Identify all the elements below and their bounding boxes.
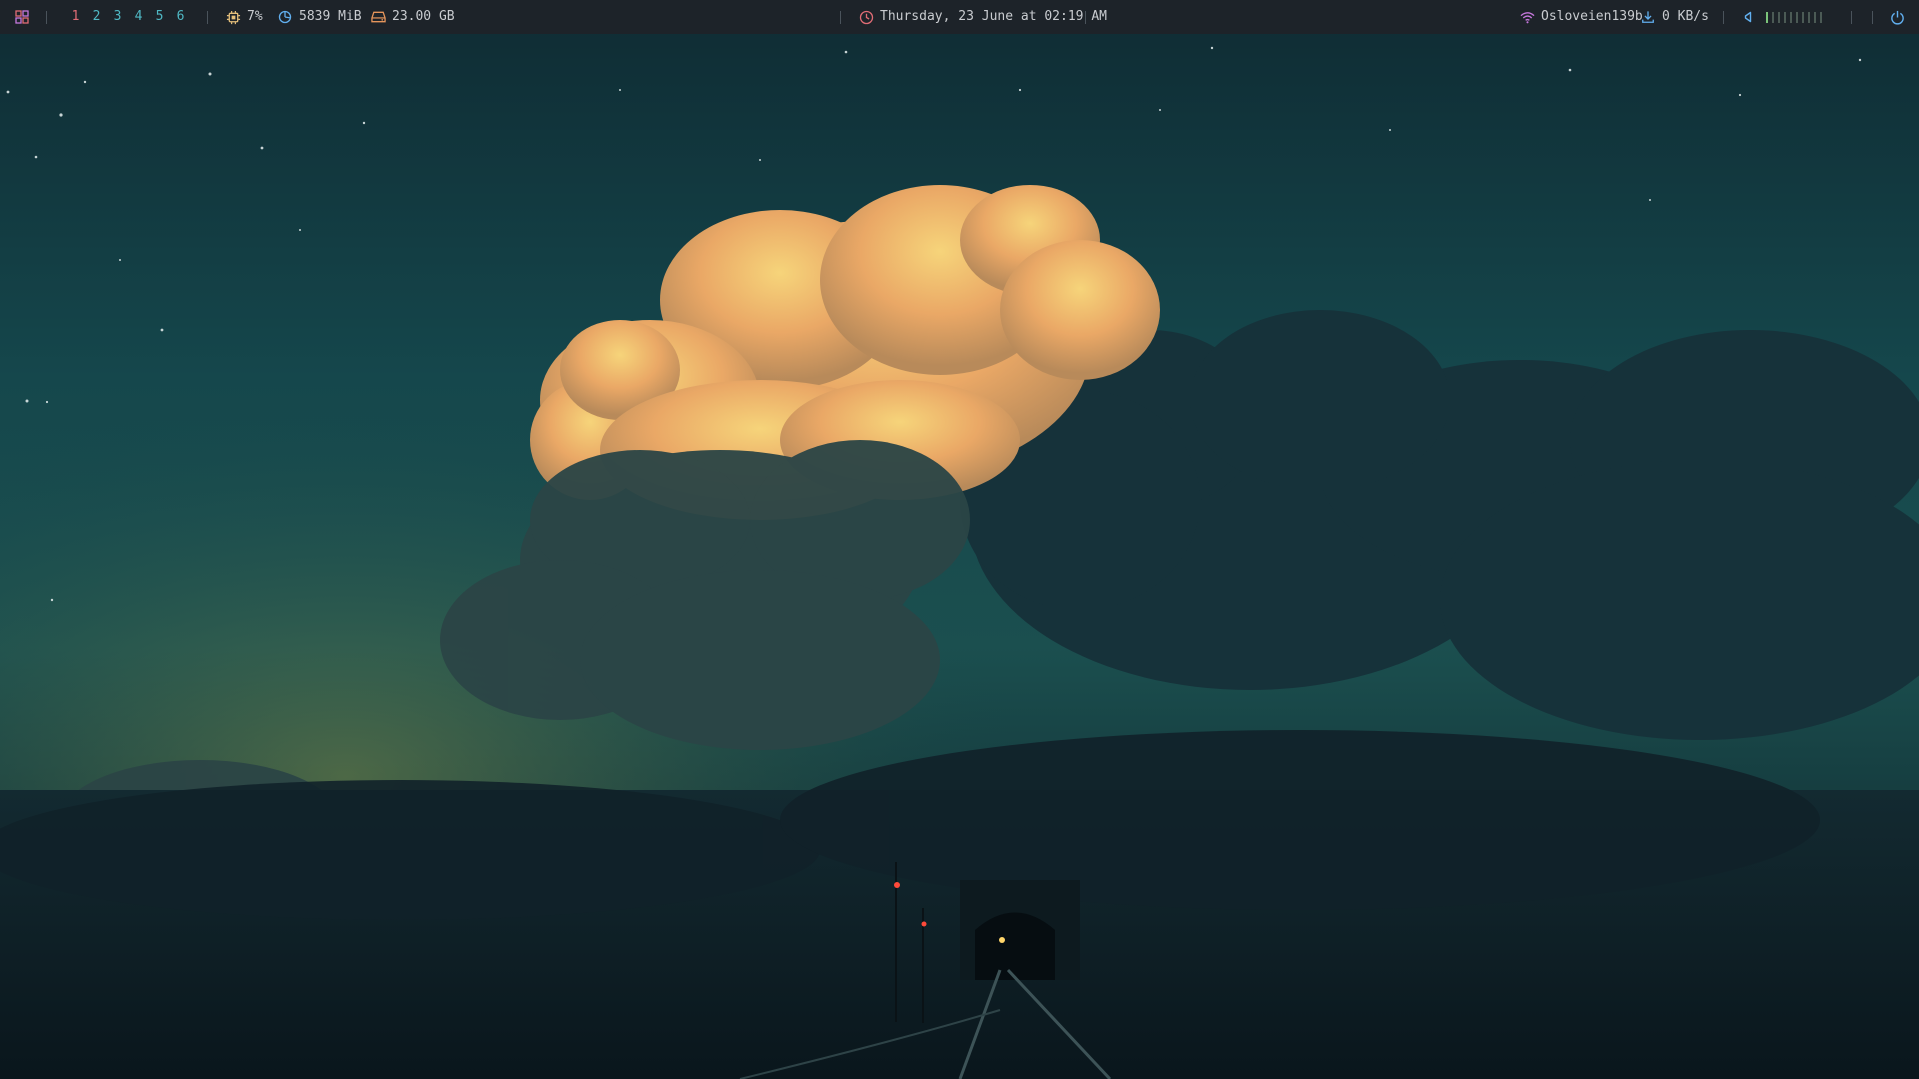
cpu-module[interactable]: 7%	[225, 0, 263, 34]
clock-datetime: Thursday, 23 June at 02:19 AM	[880, 9, 1107, 24]
volume-segment	[1814, 11, 1816, 23]
bar-separator	[207, 11, 208, 24]
volume-segment	[1790, 11, 1792, 23]
disk-module[interactable]: 23.00 GB	[370, 0, 455, 34]
download-icon	[1640, 9, 1656, 25]
clock-icon	[858, 9, 874, 25]
wifi-ssid: Osloveien139b	[1541, 9, 1643, 24]
grid-apps-icon	[14, 9, 30, 25]
volume-module[interactable]	[1740, 0, 1822, 34]
workspace-6[interactable]: 6	[170, 0, 191, 34]
volume-segment	[1778, 11, 1780, 23]
volume-segment	[1808, 11, 1810, 23]
cpu-usage: 7%	[247, 9, 263, 24]
speaker-icon	[1740, 9, 1756, 25]
cpu-icon	[225, 9, 241, 25]
workspace-3[interactable]: 3	[107, 0, 128, 34]
power-icon	[1889, 9, 1905, 25]
workspace-list: 1 2 3 4 5 6	[65, 0, 191, 34]
memory-module[interactable]: 5839 MiB	[277, 0, 362, 34]
volume-segment	[1784, 11, 1786, 23]
workspace-2[interactable]: 2	[86, 0, 107, 34]
volume-segment	[1796, 11, 1798, 23]
memory-usage: 5839 MiB	[299, 9, 362, 24]
power-button[interactable]	[1889, 0, 1905, 34]
volume-segment	[1772, 11, 1774, 23]
disk-drive-icon	[370, 9, 386, 25]
launcher-button[interactable]	[14, 0, 30, 34]
desktop: 1 2 3 4 5 6 7% 5839 MiB 23.00 GB Thursda…	[0, 0, 1919, 1079]
bar-separator	[840, 11, 841, 24]
bar-separator	[46, 11, 47, 24]
clock-module[interactable]: Thursday, 23 June at 02:19 AM	[858, 0, 1107, 34]
bar-separator	[1723, 11, 1724, 24]
volume-level-bar[interactable]	[1766, 11, 1822, 23]
bar-separator	[1851, 11, 1852, 24]
volume-segment	[1766, 11, 1768, 23]
workspace-4[interactable]: 4	[128, 0, 149, 34]
disk-usage: 23.00 GB	[392, 9, 455, 24]
workspace-1[interactable]: 1	[65, 0, 86, 34]
memory-pie-icon	[277, 9, 293, 25]
wifi-icon	[1519, 9, 1535, 25]
download-module[interactable]: 0 KB/s	[1640, 0, 1709, 34]
desktop-wallpaper	[0, 0, 1919, 1079]
volume-segment	[1820, 11, 1822, 23]
volume-segment	[1802, 11, 1804, 23]
bar-separator	[1872, 11, 1873, 24]
download-rate: 0 KB/s	[1662, 9, 1709, 24]
top-status-bar: 1 2 3 4 5 6 7% 5839 MiB 23.00 GB Thursda…	[0, 0, 1919, 34]
network-module[interactable]: Osloveien139b	[1519, 0, 1643, 34]
workspace-5[interactable]: 5	[149, 0, 170, 34]
bar-separator	[1085, 11, 1086, 24]
